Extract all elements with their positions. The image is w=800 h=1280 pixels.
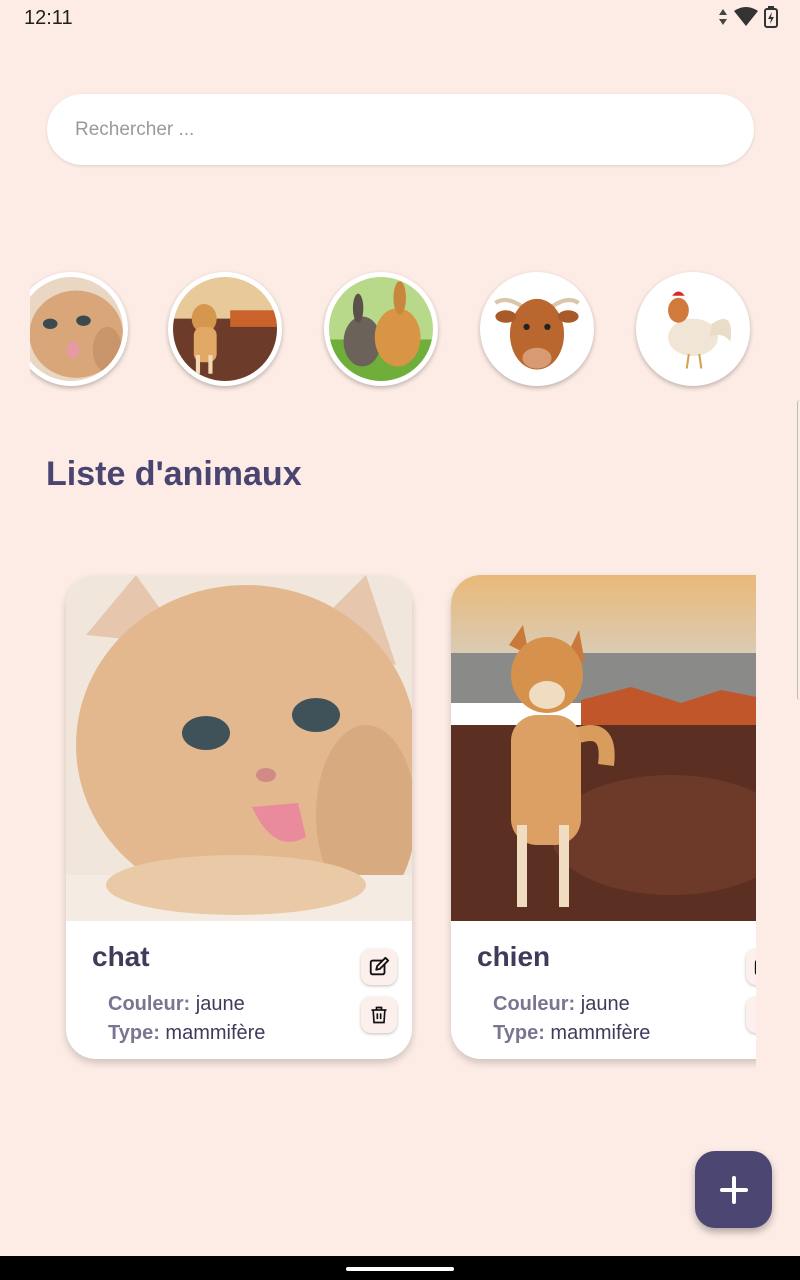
delete-button[interactable] [361, 997, 397, 1033]
search-bar [47, 94, 754, 165]
list-title: Liste d'animaux [46, 455, 302, 493]
status-time: 12:11 [24, 7, 73, 29]
rabbit-thumbnail [329, 277, 433, 381]
edit-icon [369, 956, 390, 976]
story-rabbit[interactable] [324, 272, 438, 386]
plus-icon [719, 1175, 748, 1204]
card-name: chien [477, 941, 551, 972]
cow-thumbnail [485, 277, 589, 381]
status-bar: 12:11 [0, 0, 800, 38]
edit-button[interactable] [361, 949, 397, 985]
card-color: Couleur: jaune [493, 993, 630, 1015]
delete-button[interactable] [746, 997, 756, 1033]
animal-stories-row[interactable] [30, 268, 770, 392]
status-icons [718, 6, 778, 28]
card-photo-cat [66, 575, 412, 921]
story-dog[interactable] [168, 272, 282, 386]
card-name: chat [92, 941, 150, 972]
card-color: Couleur: jaune [108, 993, 245, 1015]
trash-icon [754, 1005, 756, 1025]
card-type: Type: mammifère [108, 1022, 266, 1044]
story-cow[interactable] [480, 272, 594, 386]
search-input[interactable] [47, 94, 754, 165]
battery-charging-icon [764, 6, 778, 28]
home-handle[interactable] [346, 1267, 454, 1271]
card-photo-dog [451, 575, 756, 921]
animal-card-chien[interactable]: chien Couleur: jaune Type: mammifère [451, 575, 756, 1059]
data-arrows-icon [718, 8, 728, 26]
cat-thumbnail [30, 277, 123, 381]
edit-icon [754, 960, 756, 975]
story-rooster[interactable] [636, 272, 750, 386]
system-nav-bar [0, 1256, 800, 1280]
animal-cards-row[interactable]: chat Couleur: jaune Type: mammifère chie… [40, 560, 756, 1080]
wifi-icon [734, 7, 758, 27]
animal-card-chat[interactable]: chat Couleur: jaune Type: mammifère [66, 575, 412, 1059]
trash-icon [371, 1006, 387, 1024]
dog-thumbnail [173, 277, 277, 381]
card-type: Type: mammifère [493, 1022, 651, 1044]
story-cat[interactable] [30, 272, 128, 386]
edit-button[interactable] [746, 949, 756, 985]
rooster-thumbnail [641, 277, 745, 381]
add-animal-button[interactable] [695, 1151, 772, 1228]
